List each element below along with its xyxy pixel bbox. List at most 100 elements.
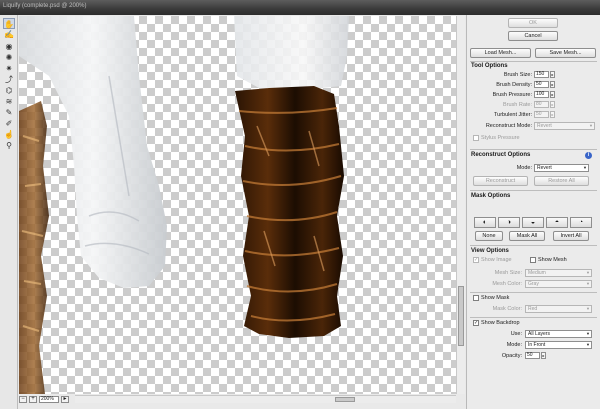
backdrop-mode-select[interactable]: In Front ▼ (525, 341, 592, 349)
subtract-from-selection-icon[interactable]: ◒ (522, 217, 544, 228)
reconstruct-mode-label: Reconstruct Mode: (485, 123, 532, 129)
hand-tool-icon[interactable]: ☝ (3, 129, 15, 140)
restore-all-button[interactable]: Restore All (534, 176, 589, 186)
zoom-menu-arrow-icon[interactable]: ▸ (61, 395, 69, 403)
brush-pressure-label: Brush Pressure: (492, 92, 532, 98)
add-to-selection-icon[interactable]: ◑ (498, 217, 520, 228)
backdrop-mode-label: Mode: (506, 342, 522, 348)
load-mesh-button[interactable]: Load Mesh... (470, 48, 531, 58)
opacity-arrow-icon[interactable]: ▸ (541, 352, 546, 359)
chevron-down-icon: ▼ (586, 270, 590, 275)
mask-color-select[interactable]: Red ▼ (525, 305, 592, 313)
stylus-pressure-checkbox[interactable] (473, 135, 479, 141)
zoom-level-field[interactable]: 200% (39, 395, 59, 403)
zoom-tool-icon[interactable]: ⚲ (3, 140, 15, 151)
mesh-size-value: Medium (528, 270, 546, 276)
save-mesh-button[interactable]: Save Mesh... (535, 48, 596, 58)
invert-all-button[interactable]: Invert All (553, 231, 589, 241)
pucker-tool-icon[interactable]: ✺ (3, 52, 15, 63)
twirl-tool-icon[interactable]: ◉ (3, 41, 15, 52)
zoom-control: − + 200% ▸ (19, 395, 75, 403)
crumpled-boot-shape (235, 86, 344, 338)
mask-none-button[interactable]: None (475, 231, 503, 241)
title-bar[interactable]: Liquify (complete.psd @ 200%) (0, 0, 600, 15)
brush-rate-field[interactable]: 80 (534, 101, 549, 108)
chevron-down-icon: ▼ (586, 281, 590, 286)
mirror-tool-icon[interactable]: ⌬ (3, 85, 15, 96)
divider (470, 245, 597, 246)
brush-density-field[interactable]: 50 (534, 81, 549, 88)
upper-leg-shape (234, 16, 349, 88)
zoom-in-button[interactable]: + (29, 395, 37, 403)
divider (470, 292, 597, 293)
zoom-out-button[interactable]: − (19, 395, 27, 403)
opacity-field[interactable]: 50 (525, 352, 540, 359)
brush-rate-arrow-icon[interactable]: ▸ (550, 101, 555, 108)
show-image-label: Show Image (481, 257, 512, 263)
horizontal-scroll-thumb[interactable] (335, 397, 355, 402)
forward-warp-tool-icon[interactable]: ✋ (3, 18, 15, 29)
reconstruct-options-mode-value: Revert (537, 165, 552, 171)
reconstruct-button[interactable]: Reconstruct (473, 176, 528, 186)
use-select[interactable]: All Layers ▼ (525, 330, 592, 338)
freeze-mask-tool-icon[interactable]: ✎ (3, 107, 15, 118)
turbulent-jitter-arrow-icon[interactable]: ▸ (550, 111, 555, 118)
mesh-size-select[interactable]: Medium ▼ (525, 269, 592, 277)
divider (470, 190, 597, 191)
backdrop-mode-value: In Front (528, 342, 546, 348)
use-value: All Layers (528, 331, 550, 337)
turbulent-jitter-label: Turbulent Jitter: (493, 112, 532, 118)
reconstruct-options-mode-select[interactable]: Revert ▼ (534, 164, 589, 172)
push-left-tool-icon[interactable]: ⤴ (3, 74, 15, 85)
divider (470, 317, 597, 318)
reconstruct-options-heading: Reconstruct Options (471, 152, 531, 158)
divider (470, 61, 597, 62)
show-image-checkbox[interactable]: ✓ (473, 257, 479, 263)
chevron-down-icon: ▼ (586, 331, 590, 336)
thaw-mask-tool-icon[interactable]: ✐ (3, 118, 15, 129)
tool-options-heading: Tool Options (471, 63, 508, 69)
mask-color-value: Red (528, 306, 538, 312)
brush-size-arrow-icon[interactable]: ▸ (550, 71, 555, 78)
window-title: Liquify (complete.psd @ 200%) (3, 3, 87, 9)
left-boot-shape (19, 101, 49, 394)
intersect-with-selection-icon[interactable]: ◓ (546, 217, 568, 228)
reconstruct-mode-value: Revert (537, 123, 552, 129)
brush-rate-label: Brush Rate: (502, 102, 532, 108)
mesh-color-value: Gray (528, 281, 539, 287)
reconstruct-mode-select[interactable]: Revert ▼ (534, 122, 595, 130)
brush-size-field[interactable]: 150 (534, 71, 549, 78)
preview-canvas[interactable] (19, 16, 456, 394)
liquify-window: Liquify (complete.psd @ 200%) ✋ ✍ ◉ ✺ ✷ … (0, 0, 600, 409)
cancel-button[interactable]: Cancel (508, 31, 558, 41)
show-mask-label: Show Mask (481, 295, 510, 301)
bloat-tool-icon[interactable]: ✷ (3, 63, 15, 74)
turbulent-jitter-field[interactable]: 50 (534, 111, 549, 118)
brush-pressure-arrow-icon[interactable]: ▸ (550, 91, 555, 98)
mesh-color-select[interactable]: Gray ▼ (525, 280, 592, 288)
info-icon[interactable]: i (585, 152, 592, 159)
stylus-pressure-label: Stylus Pressure (481, 135, 520, 141)
mask-all-button[interactable]: Mask All (509, 231, 545, 241)
chevron-down-icon: ▼ (583, 165, 587, 170)
replace-selection-icon[interactable]: ◐ (474, 217, 496, 228)
vertical-scroll-thumb[interactable] (458, 286, 464, 346)
use-label: Use: (510, 331, 522, 337)
view-options-heading: View Options (471, 248, 509, 254)
show-mask-checkbox[interactable] (473, 295, 479, 301)
vertical-scrollbar[interactable] (456, 16, 465, 394)
brush-pressure-field[interactable]: 100 (534, 91, 549, 98)
show-backdrop-checkbox[interactable]: ✓ (473, 320, 479, 326)
ok-button[interactable]: OK (508, 18, 558, 28)
turbulence-tool-icon[interactable]: ≋ (3, 96, 15, 107)
invert-selection-icon[interactable]: ◔ (570, 217, 592, 228)
brush-density-arrow-icon[interactable]: ▸ (550, 81, 555, 88)
horizontal-scrollbar[interactable] (75, 395, 456, 403)
divider (470, 149, 597, 150)
toolbox: ✋ ✍ ◉ ✺ ✷ ⤴ ⌬ ≋ ✎ ✐ ☝ ⚲ (0, 15, 18, 409)
chevron-down-icon: ▼ (586, 306, 590, 311)
opacity-label: Opacity: (501, 353, 522, 359)
chevron-down-icon: ▼ (589, 123, 593, 128)
reconstruct-tool-icon[interactable]: ✍ (3, 29, 15, 40)
show-mesh-checkbox[interactable] (530, 257, 536, 263)
